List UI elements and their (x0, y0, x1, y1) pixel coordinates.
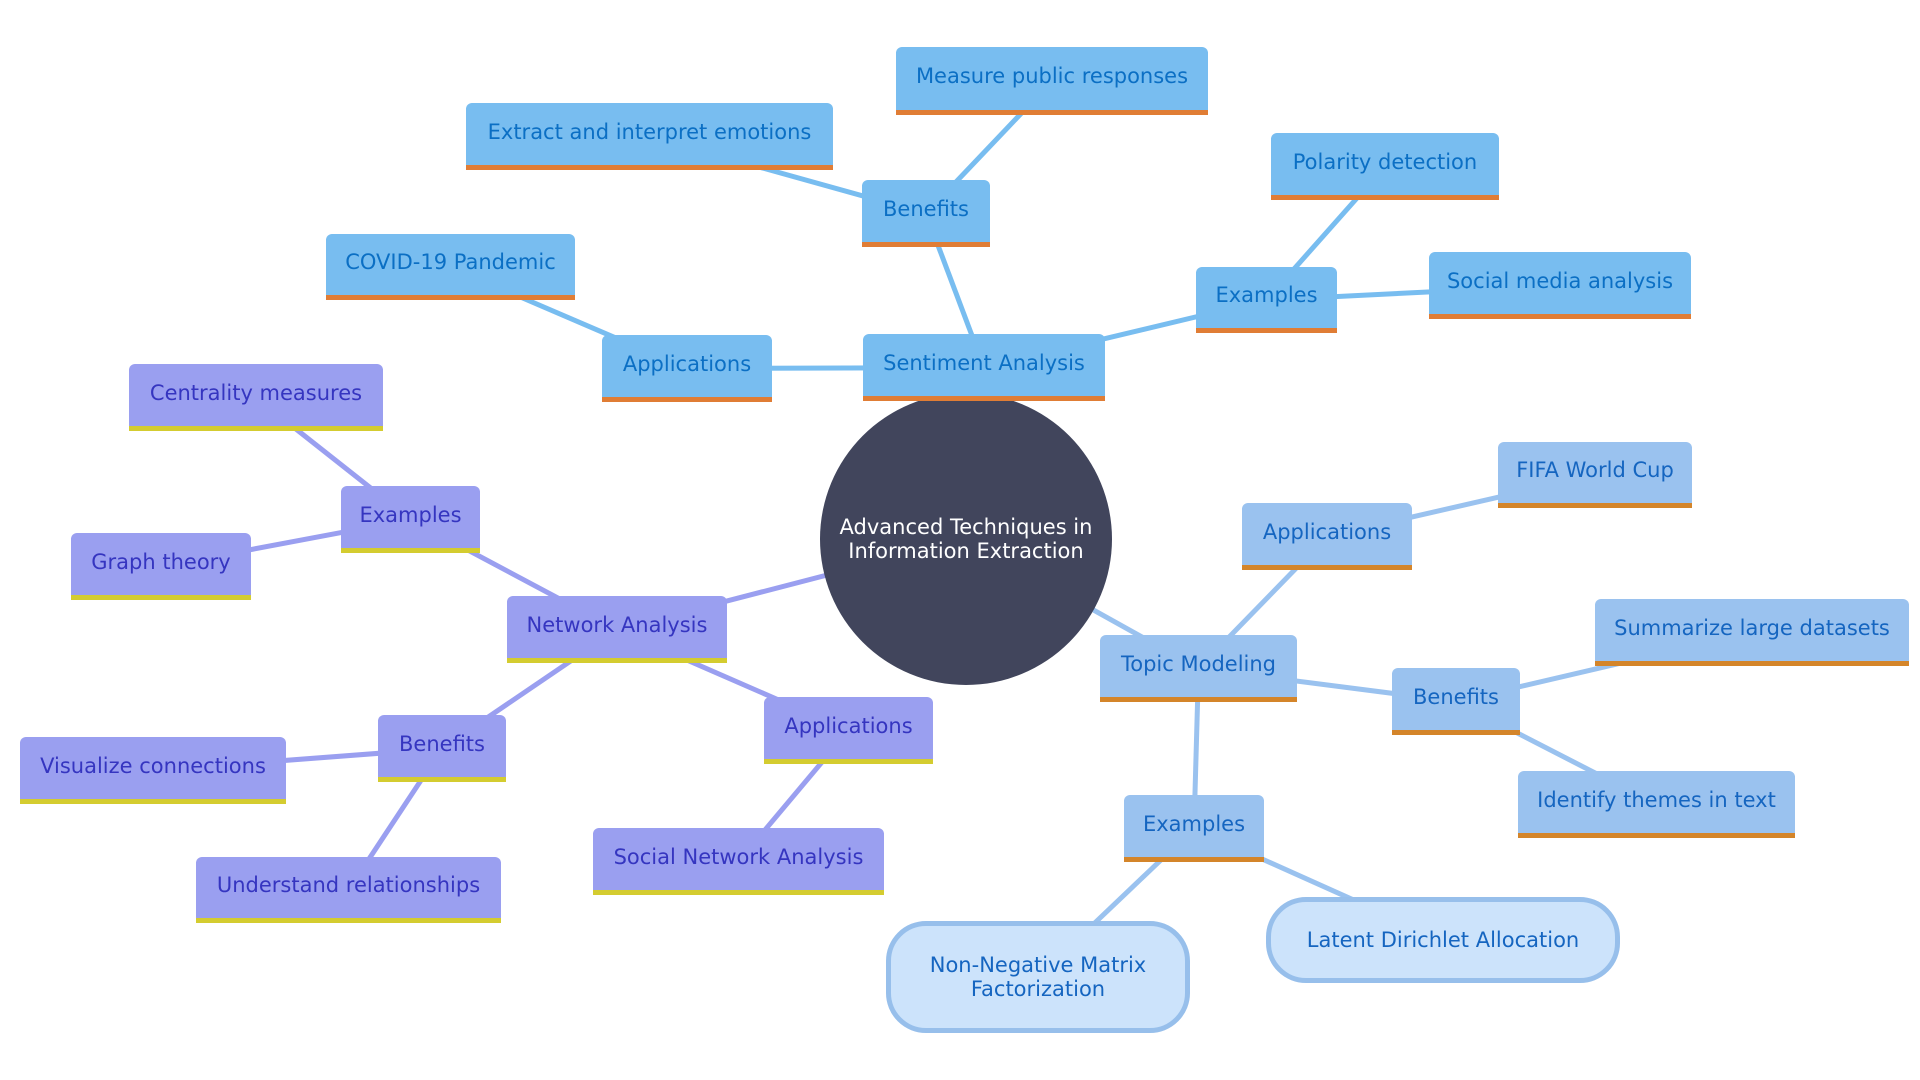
node-label: Applications (1262, 519, 1392, 544)
node-label: Understand relationships (216, 873, 481, 898)
sentiment-applications-node[interactable]: Applications (602, 335, 772, 402)
social-network-analysis-node[interactable]: Social Network Analysis (593, 828, 884, 895)
visualize-connections-node[interactable]: Visualize connections (20, 737, 286, 804)
fifa-world-cup-node[interactable]: FIFA World Cup (1498, 442, 1692, 508)
node-label: COVID-19 Pandemic (345, 250, 556, 275)
node-label: Extract and interpret emotions (487, 119, 812, 144)
sentiment-benefits-node[interactable]: Benefits (862, 180, 990, 247)
network-benefits-node[interactable]: Benefits (378, 715, 506, 782)
node-label: Non-Negative Matrix Factorization (929, 952, 1147, 1001)
node-label: Identify themes in text (1537, 787, 1776, 812)
node-label: Network Analysis (526, 612, 708, 637)
topic-benefits-node[interactable]: Benefits (1392, 668, 1520, 735)
non-negative-matrix-factorization-node[interactable]: Non-Negative Matrix Factorization (886, 921, 1190, 1033)
node-label: Social Network Analysis (613, 844, 864, 869)
sentiment-analysis-node[interactable]: Sentiment Analysis (863, 334, 1105, 401)
topic-applications-node[interactable]: Applications (1242, 503, 1412, 570)
extract-emotions-node[interactable]: Extract and interpret emotions (466, 103, 833, 170)
polarity-detection-node[interactable]: Polarity detection (1271, 133, 1499, 200)
root-node[interactable]: Advanced Techniques in Information Extra… (820, 393, 1112, 685)
node-label: Polarity detection (1292, 149, 1478, 174)
social-media-analysis-node[interactable]: Social media analysis (1429, 252, 1691, 319)
node-label: Sentiment Analysis (883, 350, 1085, 375)
node-label: Visualize connections (40, 753, 266, 778)
topic-modeling-node[interactable]: Topic Modeling (1100, 635, 1297, 702)
node-label: Benefits (883, 196, 969, 221)
node-label: Centrality measures (149, 380, 363, 405)
node-label: Topic Modeling (1120, 651, 1277, 676)
node-label: Examples (1142, 811, 1246, 836)
node-label: Applications (784, 713, 913, 738)
sentiment-examples-node[interactable]: Examples (1196, 267, 1337, 333)
root-label: Advanced Techniques in Information Extra… (839, 514, 1093, 563)
node-label: Applications (622, 351, 752, 376)
latent-dirichlet-allocation-node[interactable]: Latent Dirichlet Allocation (1266, 897, 1620, 983)
identify-themes-node[interactable]: Identify themes in text (1518, 771, 1795, 838)
network-examples-node[interactable]: Examples (341, 486, 480, 553)
summarize-large-datasets-node[interactable]: Summarize large datasets (1595, 599, 1909, 666)
topic-examples-node[interactable]: Examples (1124, 795, 1264, 862)
node-label: Summarize large datasets (1614, 615, 1890, 640)
network-applications-node[interactable]: Applications (764, 697, 933, 764)
node-label: Measure public responses (915, 64, 1189, 89)
covid-19-pandemic-node[interactable]: COVID-19 Pandemic (326, 234, 575, 300)
node-label: Graph theory (91, 549, 231, 574)
graph-theory-node[interactable]: Graph theory (71, 533, 251, 600)
node-label: Examples (359, 502, 462, 527)
network-analysis-node[interactable]: Network Analysis (507, 596, 727, 663)
node-label: FIFA World Cup (1516, 458, 1674, 483)
measure-public-responses-node[interactable]: Measure public responses (896, 47, 1208, 115)
node-label: Benefits (399, 731, 485, 756)
node-label: Benefits (1413, 684, 1499, 709)
node-label: Social media analysis (1446, 268, 1674, 293)
node-label: Examples (1215, 283, 1318, 308)
understand-relationships-node[interactable]: Understand relationships (196, 857, 501, 923)
node-label: Latent Dirichlet Allocation (1306, 927, 1580, 952)
centrality-measures-node[interactable]: Centrality measures (129, 364, 383, 431)
